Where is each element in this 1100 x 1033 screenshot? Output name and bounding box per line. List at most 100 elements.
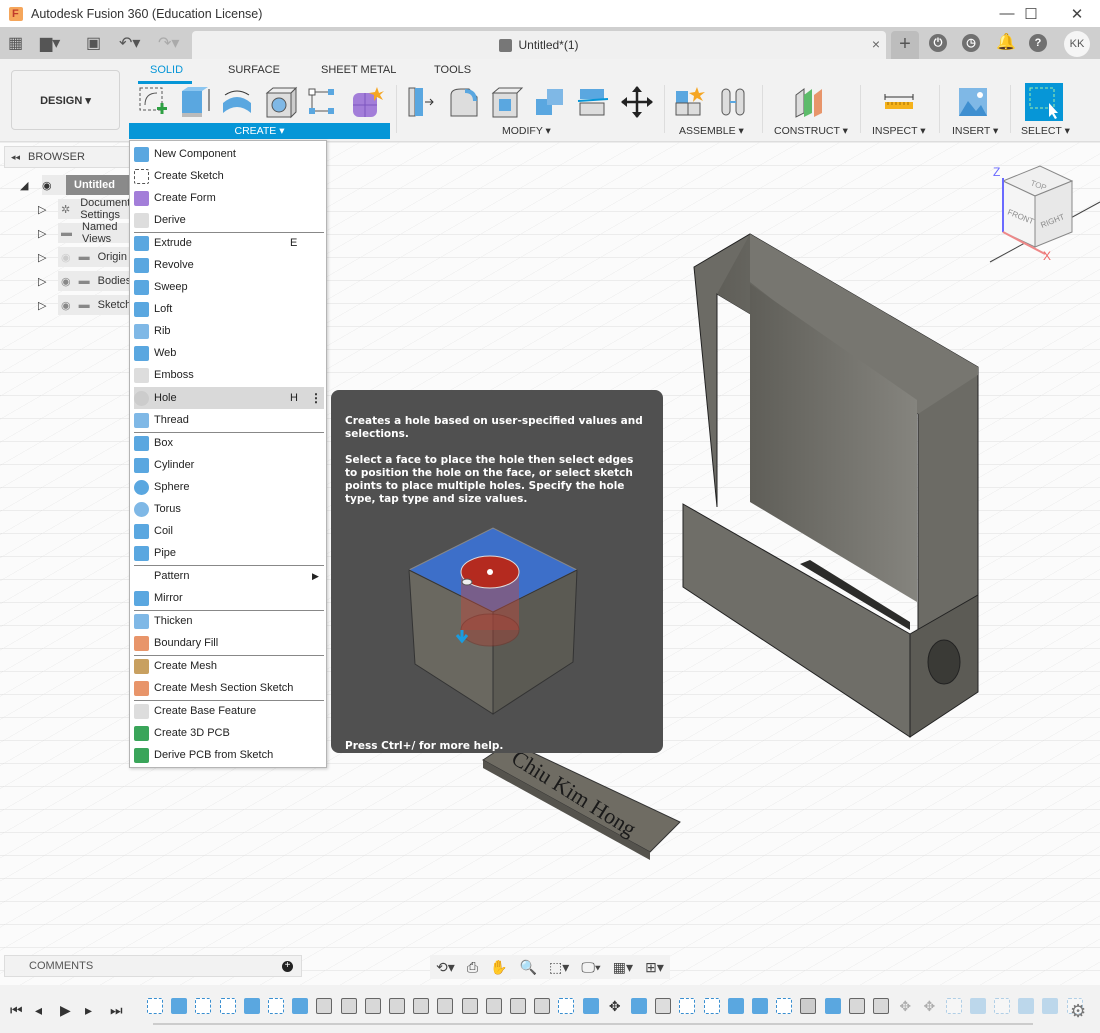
notifications-icon[interactable]: 🔔 <box>996 34 1016 52</box>
timeline-feature-sketch[interactable] <box>558 998 575 1014</box>
eye-icon[interactable]: ◉ <box>61 299 71 312</box>
browser-panel-header[interactable]: ◂◂ BROWSER <box>4 146 132 168</box>
timeline-feature-extrude[interactable] <box>824 998 841 1014</box>
eye-hidden-icon[interactable]: ◉ <box>61 251 71 264</box>
timeline-feature-extrude[interactable] <box>969 998 986 1014</box>
expand-triangle-icon[interactable]: ▷ <box>38 275 58 288</box>
timeline-feature-sketch[interactable] <box>268 998 284 1014</box>
extensions-icon[interactable]: ⏻ <box>929 34 947 52</box>
timeline-next-button[interactable]: ▸ <box>85 1002 92 1019</box>
timeline-feature-extrude[interactable] <box>243 998 260 1014</box>
browser-item-origin[interactable]: ▷ ◉ ▬ Origin <box>38 247 138 267</box>
more-options-icon[interactable]: ⋮ <box>310 391 322 405</box>
timeline-feature-move[interactable]: ✥ <box>897 998 913 1014</box>
close-window-button[interactable]: ✕ <box>1054 0 1100 27</box>
timeline-feature-fillet[interactable] <box>340 998 357 1014</box>
job-status-icon[interactable]: ◷ <box>962 34 980 52</box>
tab-tools[interactable]: TOOLS <box>434 64 471 76</box>
timeline-feature-shell[interactable] <box>655 998 672 1014</box>
pattern-icon[interactable] <box>306 85 340 119</box>
timeline-feature-fillet[interactable] <box>510 998 526 1014</box>
maximize-button[interactable]: ☐ <box>1008 0 1054 27</box>
timeline-feature-sketch[interactable] <box>195 998 212 1014</box>
timeline-feature-sketch[interactable] <box>776 998 793 1014</box>
shell-icon[interactable] <box>490 85 524 119</box>
browser-item-sketches[interactable]: ▷ ◉ ▬ Sketches <box>38 295 143 315</box>
create-form-icon[interactable] <box>350 85 384 119</box>
split-body-icon[interactable] <box>576 85 610 119</box>
fit-icon[interactable]: ⬚▾ <box>549 959 569 976</box>
offset-plane-icon[interactable] <box>792 85 826 119</box>
timeline-feature-extrude[interactable] <box>727 998 744 1014</box>
pan-icon[interactable]: ✋ <box>490 959 507 976</box>
menu-item-create-mesh[interactable]: Create Mesh <box>134 655 324 677</box>
grid-snaps-icon[interactable]: ▦▾ <box>613 959 633 976</box>
new-component-icon[interactable] <box>673 85 707 119</box>
menu-item-extrude[interactable]: Extrude E <box>134 232 324 254</box>
timeline-feature-sketch[interactable] <box>147 998 163 1014</box>
revolve-icon[interactable] <box>220 85 254 119</box>
menu-item-create-base-feature[interactable]: Create Base Feature <box>134 700 324 722</box>
viewports-icon[interactable]: ⊞▾ <box>645 959 664 976</box>
browser-item-bodies[interactable]: ▷ ◉ ▬ Bodies <box>38 271 138 291</box>
menu-item-pattern[interactable]: Pattern ▶ <box>134 565 324 587</box>
menu-item-derive-pcb-from-sketch[interactable]: Derive PCB from Sketch <box>134 744 324 766</box>
document-tab[interactable]: Untitled*(1) × <box>192 31 886 59</box>
tab-solid[interactable]: SOLID <box>150 64 183 76</box>
press-pull-icon[interactable] <box>405 85 439 119</box>
timeline-feature-box[interactable] <box>631 998 647 1014</box>
user-avatar[interactable]: KK <box>1064 31 1090 57</box>
timeline-feature-fillet[interactable] <box>413 998 430 1014</box>
inspect-dropdown-button[interactable]: INSPECT ▾ <box>872 125 926 137</box>
menu-item-sweep[interactable]: Sweep <box>134 276 324 298</box>
expand-triangle-icon[interactable]: ▷ <box>38 299 58 312</box>
timeline-feature-chamfer[interactable] <box>534 998 551 1014</box>
display-settings-icon[interactable]: 🖵▾ <box>581 959 600 976</box>
redo-icon[interactable]: ↷▾ <box>158 33 179 53</box>
create-sketch-icon[interactable] <box>137 85 171 119</box>
menu-item-create-form[interactable]: Create Form <box>134 187 324 209</box>
menu-item-pipe[interactable]: Pipe <box>134 542 324 564</box>
menu-item-revolve[interactable]: Revolve <box>134 254 324 276</box>
timeline-settings-gear-icon[interactable]: ⚙ <box>1070 1001 1086 1022</box>
close-tab-icon[interactable]: × <box>872 36 880 52</box>
timeline-feature-fillet[interactable] <box>389 998 405 1014</box>
menu-item-coil[interactable]: Coil <box>134 520 324 542</box>
tab-surface[interactable]: SURFACE <box>228 64 280 76</box>
new-tab-button[interactable]: + <box>891 31 919 59</box>
timeline-last-button[interactable]: ⏭ <box>110 1002 123 1019</box>
browser-root-item[interactable]: ◢ ◉ Untitled <box>20 175 136 195</box>
timeline-feature-fillet[interactable] <box>316 998 333 1014</box>
zoom-icon[interactable]: 🔍 <box>520 959 537 976</box>
save-icon[interactable]: ▣ <box>86 33 101 53</box>
help-icon[interactable]: ? <box>1029 34 1047 52</box>
menu-item-torus[interactable]: Torus <box>134 498 324 520</box>
insert-image-icon[interactable] <box>956 85 990 119</box>
timeline-previous-button[interactable]: ◂ <box>35 1002 42 1019</box>
menu-item-sphere[interactable]: Sphere <box>134 476 324 498</box>
timeline-track[interactable] <box>153 1023 1033 1025</box>
move-icon[interactable] <box>620 85 654 119</box>
menu-item-rib[interactable]: Rib <box>134 320 324 342</box>
menu-item-cylinder[interactable]: Cylinder <box>134 454 324 476</box>
menu-item-web[interactable]: Web <box>134 342 324 364</box>
create-dropdown-button[interactable]: CREATE ▾ <box>129 123 390 139</box>
timeline-feature-move[interactable]: ✥ <box>607 998 623 1014</box>
timeline-play-button[interactable]: ▶ <box>60 1002 71 1019</box>
file-menu-button[interactable]: ▆▾ <box>40 33 60 53</box>
expand-triangle-icon[interactable]: ◢ <box>20 179 38 192</box>
timeline-feature-fillet[interactable] <box>364 998 381 1014</box>
eye-icon[interactable]: ◉ <box>42 175 66 195</box>
timeline-feature-hole[interactable] <box>800 998 817 1014</box>
timeline-feature-fillet[interactable] <box>873 998 889 1014</box>
look-at-icon[interactable]: ⎙ <box>467 959 478 976</box>
select-icon[interactable] <box>1025 83 1063 121</box>
timeline-feature-fillet[interactable] <box>461 998 478 1014</box>
menu-item-box[interactable]: Box <box>134 432 324 454</box>
workspace-switcher[interactable]: DESIGN ▾ <box>11 70 120 130</box>
orbit-icon[interactable]: ⟲▾ <box>436 959 455 976</box>
timeline-feature-fillet[interactable] <box>848 998 865 1014</box>
timeline-feature-fillet[interactable] <box>485 998 502 1014</box>
timeline-feature-fillet[interactable] <box>437 998 454 1014</box>
menu-item-create-3d-pcb[interactable]: Create 3D PCB <box>134 722 324 744</box>
